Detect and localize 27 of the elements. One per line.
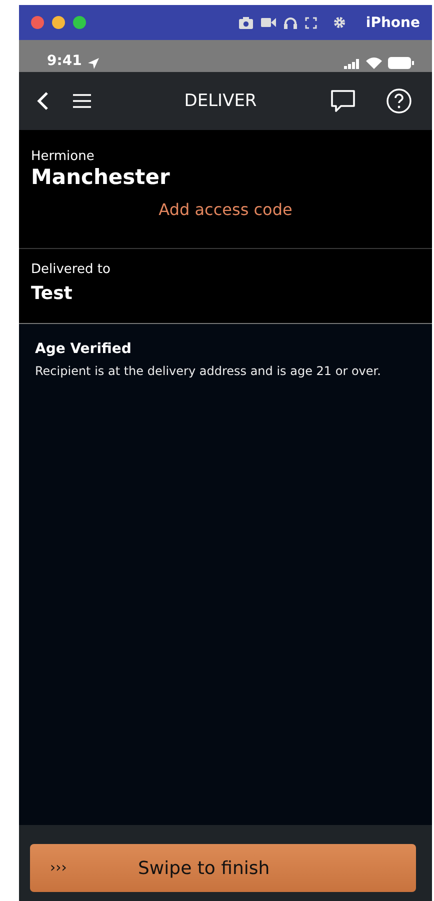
zoom-dot-icon[interactable] bbox=[73, 16, 86, 29]
swipe-to-finish-button[interactable]: ››› Swipe to finish bbox=[30, 844, 416, 892]
delivered-to-value: Test bbox=[31, 283, 74, 304]
age-verified-title: Age Verified bbox=[35, 341, 132, 357]
age-verified-message: Recipient is at the delivery address and is age 21 or over. bbox=[35, 364, 382, 378]
menu-button[interactable] bbox=[73, 93, 91, 109]
customer-city: Manchester bbox=[31, 165, 171, 189]
add-access-code-link[interactable]: Add access code bbox=[158, 200, 292, 219]
window-title: iPhone bbox=[366, 14, 420, 30]
delivered-to-label: Delivered to bbox=[31, 262, 112, 277]
headphones-icon[interactable] bbox=[284, 16, 297, 28]
minimize-dot-icon[interactable] bbox=[52, 16, 65, 29]
fullscreen-icon[interactable] bbox=[304, 16, 317, 28]
help-button[interactable] bbox=[386, 88, 412, 114]
customer-first-name: Hermione bbox=[31, 149, 96, 164]
video-camera-icon[interactable] bbox=[260, 17, 276, 28]
battery-icon bbox=[388, 57, 414, 69]
camera-icon[interactable] bbox=[238, 16, 253, 28]
back-button[interactable] bbox=[37, 91, 49, 111]
wifi-icon bbox=[366, 57, 382, 69]
chat-button[interactable] bbox=[330, 89, 356, 113]
signal-icon bbox=[344, 59, 360, 69]
clock: 9:41 bbox=[47, 53, 82, 69]
screen-title: DELIVER bbox=[183, 91, 258, 111]
settings-icon[interactable] bbox=[332, 16, 346, 29]
location-arrow-icon bbox=[88, 58, 99, 69]
close-dot-icon[interactable] bbox=[31, 16, 44, 29]
